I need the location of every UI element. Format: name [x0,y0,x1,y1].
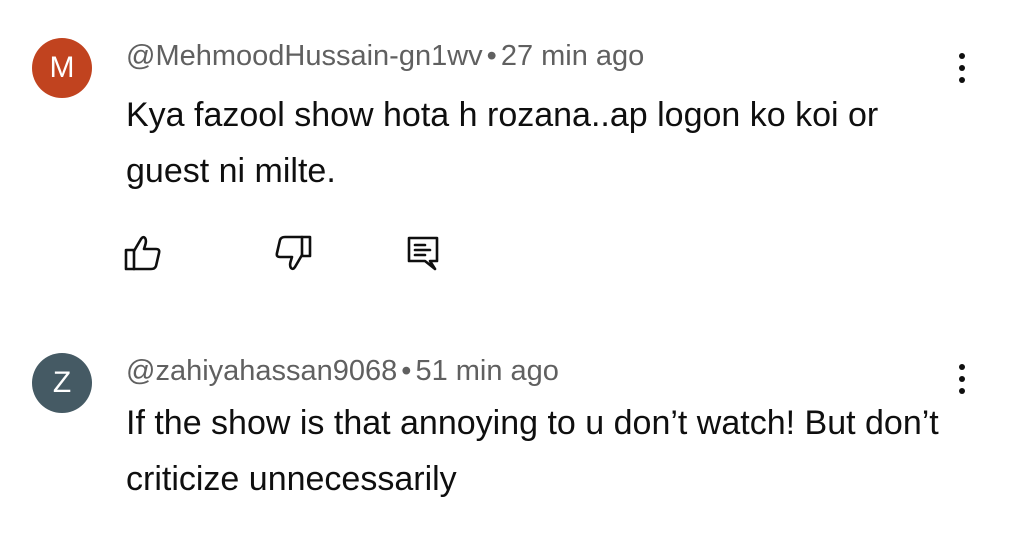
comment-meta: @zahiyahassan9068 • 51 min ago [126,355,559,388]
dislike-button[interactable] [268,228,318,278]
reply-button[interactable] [398,228,448,278]
comment-time: 51 min ago [415,355,559,387]
thumbs-down-icon [275,235,312,271]
author-name[interactable]: @zahiyahassan9068 [126,355,397,387]
thumbs-up-icon [124,235,161,271]
author-name[interactable]: @MehmoodHussain-gn1wv [126,40,483,72]
comment-text: Kya fazool show hota h rozana..ap logon … [126,96,879,190]
avatar[interactable]: Z [32,353,92,413]
comment-meta: @MehmoodHussain-gn1wv • 27 min ago [126,40,644,73]
like-button[interactable] [118,228,168,278]
comment-item: M @MehmoodHussain-gn1wv • 27 min ago Kya f… [0,0,1024,300]
avatar[interactable]: M [32,38,92,98]
more-vert-icon[interactable] [944,45,980,91]
separator-dot: • [401,355,412,387]
comment-time: 27 min ago [500,40,645,72]
reply-icon [407,236,439,271]
more-vert-icon[interactable] [944,356,980,402]
separator-dot: • [486,40,497,72]
comment-item: Z @zahiyahassan9068 • 51 min ago If the sh… [0,310,1024,545]
comment-text: If the show is that annoying to u don’t … [126,404,939,498]
